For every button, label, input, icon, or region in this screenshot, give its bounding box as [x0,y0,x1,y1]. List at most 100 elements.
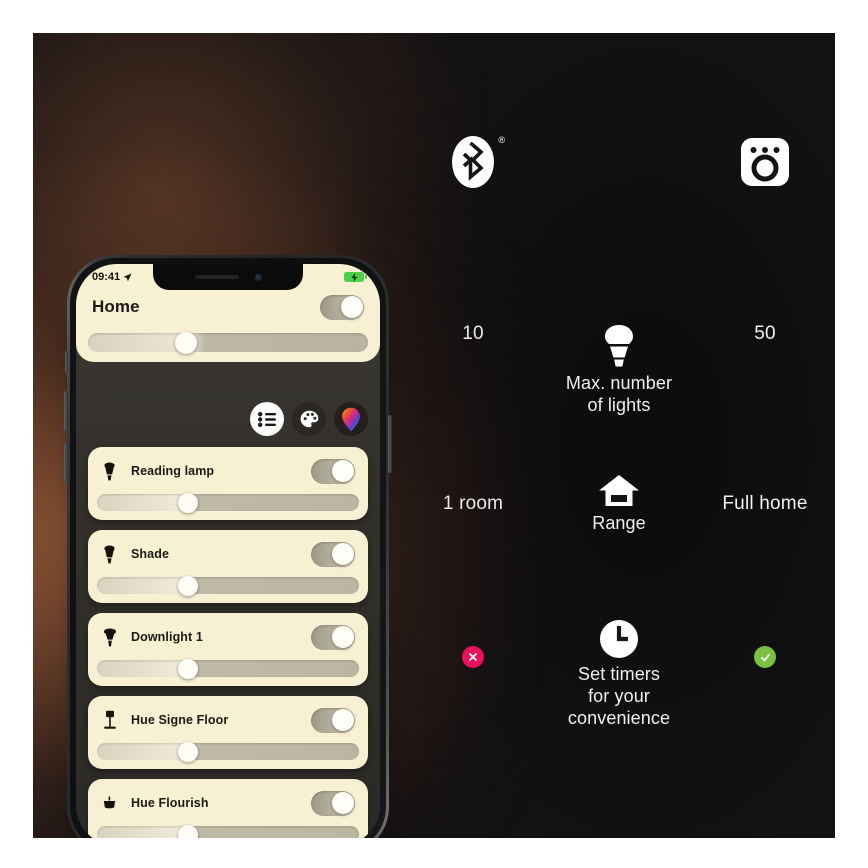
device-name: Reading lamp [131,464,215,478]
device-toggle[interactable] [311,707,355,733]
check-glyph [760,653,770,661]
list-item[interactable]: Shade [88,530,368,603]
mode-button-list-view[interactable] [250,402,284,436]
bluetooth-header-slot: ® [403,133,543,191]
status-bar-time-group: 09:41 [92,271,132,283]
device-name: Shade [131,547,170,561]
device-list: Reading lamp Shade Downlight 1 Hue Signe… [88,447,368,838]
earpiece-speaker [194,275,239,279]
row-max-lights-center: Max. number of lights [543,323,695,416]
floor-lamp-icon [101,710,118,730]
palette-icon [300,410,318,428]
device-row: Hue Signe Floor [88,704,368,736]
row-timers-label-line1: Set timers [577,664,661,684]
row-max-lights-left-value: 10 [462,323,484,344]
toggle-knob [331,543,354,565]
bluetooth-icon: ® [452,133,505,191]
bulb-spot-glyph [104,462,115,480]
bridge-header-slot [695,136,835,188]
floor-lamp-glyph [103,710,116,729]
mode-button-scenes[interactable] [292,402,326,436]
device-row: Hue Flourish [88,787,368,819]
device-name: Hue Flourish [131,796,209,810]
toggle-knob [331,792,354,814]
toggle-knob [331,626,354,648]
volume-down-button[interactable] [64,443,68,483]
hero-image-canvas: ® 10 Max. number of lights 50 1 room Ran… [33,33,835,838]
mode-button-color-picker[interactable] [334,402,368,436]
device-brightness-slider[interactable] [97,658,359,679]
home-title-row: Home [76,290,380,324]
slider-knob[interactable] [178,824,199,838]
mode-button-row [250,402,368,436]
status-bar-time: 09:41 [92,271,121,283]
row-max-lights-label-line2: of lights [587,395,651,415]
row-timers-label-line3: convenience [567,708,671,728]
cross-glyph [469,653,477,661]
check-icon [754,646,776,668]
device-name: Hue Signe Floor [131,713,229,727]
list-item[interactable]: Reading lamp [88,447,368,520]
row-range-left-value: 1 room [442,493,504,514]
mute-switch[interactable] [65,351,68,373]
bulb-downlight-glyph [103,628,116,646]
row-timers-left-badge-wrap [403,618,543,668]
row-range-center: Range [543,473,695,534]
comparison-row-range: 1 room Range Full home [403,473,835,534]
home-brightness-slider[interactable] [88,331,368,354]
device-brightness-slider[interactable] [97,492,359,513]
location-arrow-icon [123,273,132,281]
slider-knob[interactable] [174,331,197,354]
comparison-header-icons: ® [403,133,835,191]
cross-icon [462,646,484,668]
bulb-icon [605,325,633,367]
phone-screen: Home 09:41 Reading lamp Shade Downlight … [76,264,380,838]
list-item[interactable]: Downlight 1 [88,613,368,686]
row-range-label: Range [592,513,646,533]
list-icon [257,411,276,427]
slider-knob[interactable] [178,492,199,513]
registered-trademark-mark: ® [498,135,505,145]
pendant-lamp-glyph [103,796,116,809]
row-max-lights-right-value: 50 [754,323,776,344]
row-max-lights-label-line1: Max. number [565,373,673,393]
comparison-column: ® 10 Max. number of lights 50 1 room Ran… [403,33,835,838]
toggle-knob [331,709,354,731]
home-master-toggle[interactable] [320,294,364,320]
device-row: Downlight 1 [88,621,368,653]
comparison-row-max-lights: 10 Max. number of lights 50 [403,323,835,416]
battery-charging-icon [344,272,367,282]
list-item[interactable]: Hue Signe Floor [88,696,368,769]
device-toggle[interactable] [311,541,355,567]
toggle-knob [331,460,354,482]
device-toggle[interactable] [311,790,355,816]
hue-bridge-icon [741,138,789,186]
toggle-knob [340,296,363,318]
slider-knob[interactable] [178,658,199,679]
device-row: Shade [88,538,368,570]
device-brightness-slider[interactable] [97,741,359,762]
power-button[interactable] [388,415,392,473]
clock-icon [600,620,638,658]
device-name: Downlight 1 [131,630,203,644]
phone-notch [153,264,303,290]
list-item[interactable]: Hue Flourish [88,779,368,838]
row-timers-label-line2: for your [588,686,650,706]
charging-bolt-glyph [351,272,357,282]
slider-knob[interactable] [178,575,199,596]
row-timers-center: Set timers for your convenience [543,618,695,729]
device-row: Reading lamp [88,455,368,487]
comparison-row-timers: Set timers for your convenience [403,618,835,729]
device-toggle[interactable] [311,624,355,650]
bulb-spot-icon [101,462,118,481]
slider-knob[interactable] [178,741,199,762]
volume-up-button[interactable] [64,391,68,431]
device-brightness-slider[interactable] [97,575,359,596]
device-toggle[interactable] [311,458,355,484]
bulb-spot-glyph [104,545,115,563]
bulb-downlight-icon [101,628,118,647]
pendant-lamp-icon [101,796,118,810]
house-icon [599,475,639,506]
device-brightness-slider[interactable] [97,824,359,838]
row-timers-label: Set timers for your convenience [568,663,670,729]
